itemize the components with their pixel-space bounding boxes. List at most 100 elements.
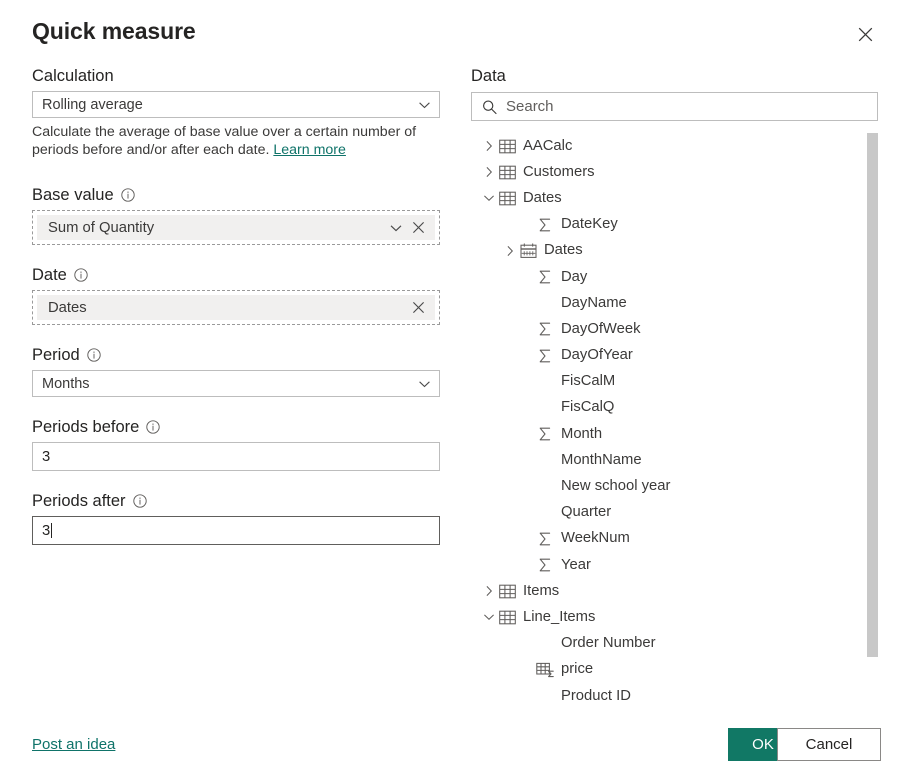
base-value-chevron-down-icon[interactable] (385, 217, 407, 239)
tree-item-label: Day (561, 268, 588, 285)
tree-expander[interactable] (480, 138, 497, 155)
tree-item-fiscalm[interactable]: FisCalM (471, 369, 878, 395)
tree-expander[interactable] (480, 583, 497, 600)
sigma-icon (537, 269, 553, 285)
tree-item-icon (535, 400, 555, 416)
tree-item-month[interactable]: Month (471, 421, 878, 447)
data-panel-title: Data (471, 67, 506, 85)
table-icon (498, 584, 516, 599)
tree-item-label: Items (523, 582, 560, 599)
chevron-down-icon (418, 377, 431, 390)
close-dialog-button[interactable] (849, 18, 881, 50)
calculation-dropdown[interactable]: Rolling average (32, 91, 440, 118)
tree-expander-placeholder (518, 504, 535, 521)
tree-item-fiscalq[interactable]: FisCalQ (471, 395, 878, 421)
table-icon (498, 139, 516, 154)
tree-item-label: Month (561, 425, 603, 442)
close-icon (858, 27, 873, 42)
tree-item-icon (497, 609, 517, 625)
info-icon[interactable] (120, 188, 135, 202)
date-dropzone[interactable]: Dates (32, 290, 440, 325)
field-tree-rows: AACalc Customers Dates DateKey Dates Day DayNa… (471, 133, 878, 709)
info-icon[interactable] (74, 268, 88, 282)
info-icon[interactable] (132, 494, 147, 508)
tree-item-new-school-year[interactable]: New school year (471, 473, 878, 499)
dialog-footer: Post an idea OK Cancel (0, 716, 903, 778)
period-dropdown[interactable]: Months (32, 370, 440, 397)
tree-item-order-number[interactable]: Order Number (471, 631, 878, 657)
tree-expander[interactable] (501, 242, 518, 259)
base-value-text: Sum of Quantity (48, 219, 155, 236)
tree-scrollbar-track[interactable] (867, 133, 878, 709)
tree-item-icon (497, 164, 517, 180)
tree-item-datekey[interactable]: DateKey (471, 212, 878, 238)
sigma-icon (537, 426, 553, 442)
tree-item-icon (497, 583, 517, 599)
tree-expander-placeholder (518, 295, 535, 312)
tree-item-label: Customers (523, 163, 595, 180)
tree-expander-placeholder (518, 688, 535, 705)
tree-item-dates[interactable]: Dates (471, 238, 878, 264)
page-title: Quick measure (32, 18, 196, 44)
chevron-right-icon (483, 140, 495, 152)
tree-item-icon (535, 426, 555, 442)
tree-item-customers[interactable]: Customers (471, 159, 878, 185)
tree-item-icon (497, 190, 517, 206)
post-an-idea-link[interactable]: Post an idea (32, 736, 115, 753)
tree-item-label: FisCalQ (561, 399, 615, 416)
tree-item-dayofweek[interactable]: DayOfWeek (471, 316, 878, 342)
tree-item-label: Year (561, 556, 591, 573)
tree-item-monthname[interactable]: MonthName (471, 447, 878, 473)
tree-item-quarter[interactable]: Quarter (471, 500, 878, 526)
tree-item-icon (535, 321, 555, 337)
tree-expander[interactable] (480, 190, 497, 207)
learn-more-link[interactable]: Learn more (273, 142, 346, 158)
tree-item-dates[interactable]: Dates (471, 185, 878, 211)
table-icon (498, 610, 516, 625)
tree-item-product-id[interactable]: Product ID (471, 683, 878, 709)
tree-expander-placeholder (518, 530, 535, 547)
info-icon[interactable] (146, 420, 161, 434)
tree-expander-placeholder (518, 452, 535, 469)
tree-item-day[interactable]: Day (471, 264, 878, 290)
tree-item-icon (535, 269, 555, 285)
tree-item-label: DayName (561, 294, 627, 311)
tree-item-label: New school year (561, 478, 671, 495)
date-clear-button[interactable] (407, 297, 429, 319)
tree-item-dayofyear[interactable]: DayOfYear (471, 343, 878, 369)
tree-expander-placeholder (518, 661, 535, 678)
tree-item-line-items[interactable]: Line_Items (471, 604, 878, 630)
periods-before-input[interactable]: 3 (32, 442, 440, 471)
cancel-button[interactable]: Cancel (777, 728, 881, 761)
quick-measure-dialog: Quick measure Calculation Rolling averag… (0, 0, 903, 778)
date-chip[interactable]: Dates (37, 295, 435, 320)
calculation-label: Calculation (32, 67, 114, 85)
periods-after-input[interactable]: 3 (32, 516, 440, 545)
base-value-dropzone[interactable]: Sum of Quantity (32, 210, 440, 245)
tree-item-items[interactable]: Items (471, 578, 878, 604)
base-value-label: Base value (32, 185, 440, 205)
periods-before-label: Periods before (32, 417, 440, 437)
tree-expander[interactable] (480, 609, 497, 626)
base-value-clear-button[interactable] (407, 217, 429, 239)
tree-item-aacalc[interactable]: AACalc (471, 133, 878, 159)
tree-scrollbar-thumb[interactable] (867, 133, 878, 657)
base-value-chip[interactable]: Sum of Quantity (37, 215, 435, 240)
tree-item-label: MonthName (561, 451, 642, 468)
tree-expander-placeholder (518, 321, 535, 338)
tree-item-weeknum[interactable]: WeekNum (471, 526, 878, 552)
search-input[interactable]: Search (471, 92, 878, 121)
tree-item-price[interactable]: price (471, 657, 878, 683)
info-icon[interactable] (87, 348, 101, 362)
tree-item-dayname[interactable]: DayName (471, 290, 878, 316)
tree-item-year[interactable]: Year (471, 552, 878, 578)
form-column: Calculation Rolling average Calculate th… (32, 66, 440, 545)
tree-item-label: AACalc (523, 137, 573, 154)
tree-item-label: Dates (544, 242, 583, 259)
text-caret (51, 523, 53, 538)
tree-expander-placeholder (518, 557, 535, 574)
tree-expander[interactable] (480, 164, 497, 181)
chevron-right-icon (504, 245, 516, 257)
tree-expander-placeholder (518, 347, 535, 364)
periods-after-label: Periods after (32, 491, 440, 511)
